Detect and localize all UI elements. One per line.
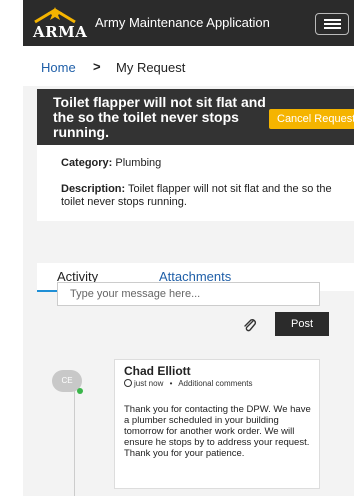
category-row: Category: Plumbing bbox=[61, 157, 161, 170]
breadcrumb-separator: > bbox=[93, 59, 101, 74]
request-details-card: Category: Plumbing Description: Toilet f… bbox=[37, 145, 354, 221]
category-value: Plumbing bbox=[115, 157, 162, 169]
post-button[interactable]: Post bbox=[275, 312, 329, 336]
comment-body: Thank you for contacting the DPW. We hav… bbox=[124, 404, 311, 459]
menu-toggle-button[interactable] bbox=[315, 13, 349, 35]
clock-icon bbox=[124, 379, 132, 387]
comment-meta: just now • Additional comments bbox=[124, 379, 252, 388]
activity-comment-card: Chad Elliott just now • Additional comme… bbox=[114, 359, 320, 489]
comment-author: Chad Elliott bbox=[124, 364, 191, 378]
comment-type: Additional comments bbox=[178, 379, 253, 388]
arma-logo[interactable]: ARMA bbox=[33, 6, 88, 41]
hamburger-icon bbox=[324, 19, 341, 21]
hamburger-icon-bar bbox=[324, 23, 341, 25]
request-title-banner: Toilet flapper will not sit flat and the… bbox=[37, 89, 354, 145]
timeline-line bbox=[74, 388, 75, 496]
category-label: Category: bbox=[61, 157, 113, 169]
breadcrumb-home-link[interactable]: Home bbox=[41, 60, 76, 75]
logo-text: ARMA bbox=[33, 23, 88, 41]
description-row: Description: Toilet flapper will not sit… bbox=[61, 183, 351, 209]
activity-panel: Type your message here... Post CE Chad E… bbox=[37, 282, 354, 496]
comment-time: just now bbox=[134, 379, 164, 388]
paperclip-icon[interactable] bbox=[242, 317, 258, 333]
message-input[interactable]: Type your message here... bbox=[57, 282, 320, 306]
breadcrumb-current: My Request bbox=[116, 60, 186, 75]
request-title: Toilet flapper will not sit flat and the… bbox=[53, 94, 266, 140]
top-navbar: ARMA Army Maintenance Application bbox=[23, 0, 354, 46]
online-status-dot bbox=[77, 388, 83, 394]
meta-separator: • bbox=[169, 379, 173, 388]
breadcrumb: Home > My Request bbox=[23, 46, 354, 86]
description-label: Description: bbox=[61, 183, 126, 195]
app-title: Army Maintenance Application bbox=[95, 15, 270, 30]
cancel-request-button[interactable]: Cancel Request bbox=[269, 109, 354, 129]
hamburger-icon-bar bbox=[324, 27, 341, 29]
app-frame: ARMA Army Maintenance Application Home >… bbox=[23, 0, 354, 496]
